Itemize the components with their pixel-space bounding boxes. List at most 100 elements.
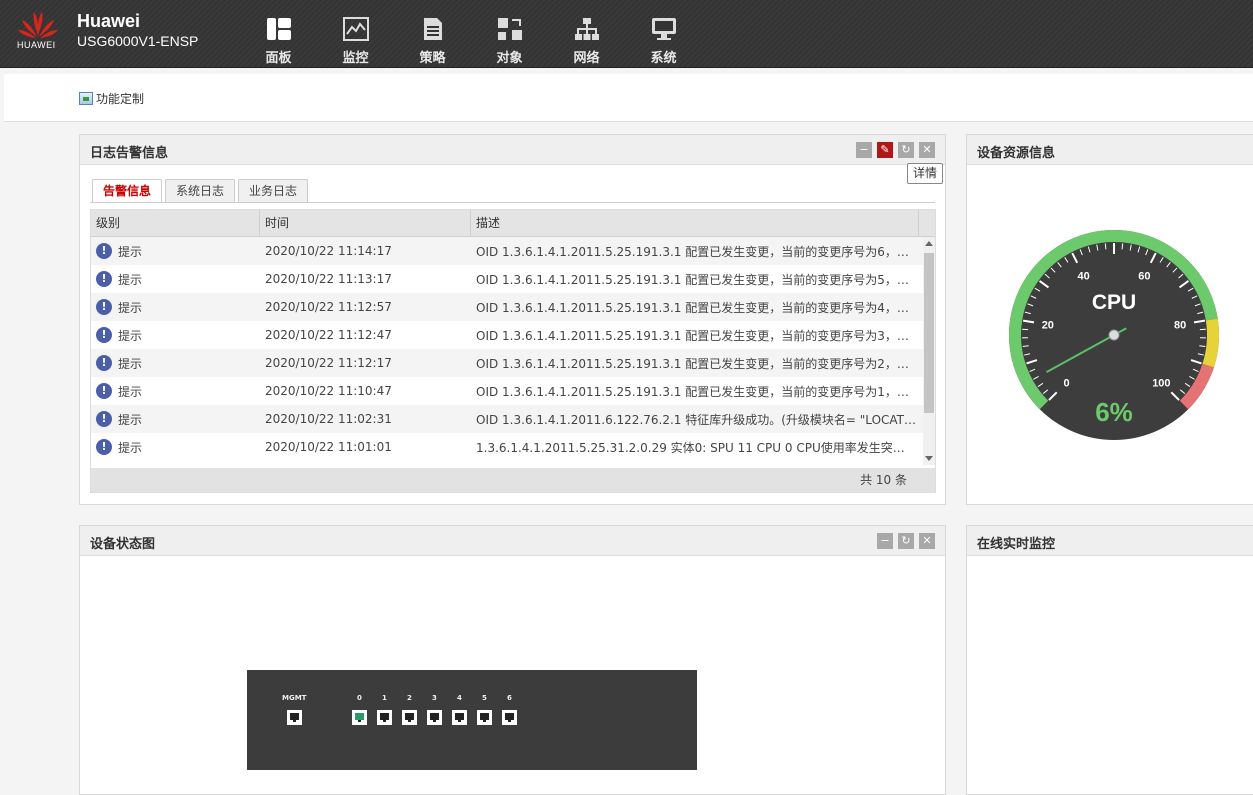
monitor-chart-icon	[342, 16, 370, 42]
level-cell: !提示	[91, 243, 260, 260]
tab-service-log[interactable]: 业务日志	[238, 179, 308, 202]
level-cell: !提示	[91, 411, 260, 428]
port-label: 4	[457, 694, 462, 702]
info-icon: !	[96, 383, 112, 399]
time-cell: 2020/10/22 11:13:17	[260, 272, 471, 286]
panel-header: 在线实时监控	[967, 526, 1253, 556]
table-row[interactable]: !提示2020/10/22 11:13:17OID 1.3.6.1.4.1.20…	[91, 265, 935, 293]
level-text: 提示	[118, 411, 142, 428]
gauge-tick	[1105, 243, 1106, 249]
gauge-tick	[1122, 243, 1123, 249]
info-icon: !	[96, 271, 112, 287]
brand: Huawei USG6000V1-ENSP	[77, 10, 198, 50]
details-tooltip: 详情	[907, 163, 943, 184]
nav-item-object[interactable]: 对象	[471, 0, 548, 68]
tab-alarm[interactable]: 告警信息	[92, 179, 162, 203]
table-row[interactable]: !提示2020/10/22 11:12:47OID 1.3.6.1.4.1.20…	[91, 321, 935, 349]
object-icon	[496, 16, 524, 42]
ethernet-port-icon[interactable]	[452, 710, 467, 725]
gauge-hub	[1109, 330, 1119, 340]
customize-button[interactable]: 功能定制	[79, 90, 144, 107]
network-tree-icon	[573, 16, 601, 42]
nav-item-dashboard[interactable]: 面板	[240, 0, 317, 68]
table-scrollbar[interactable]	[923, 237, 935, 465]
time-cell: 2020/10/22 11:10:47	[260, 384, 471, 398]
refresh-button[interactable]: ↻	[898, 142, 914, 158]
gauge-tick-label: 40	[1077, 270, 1089, 282]
main-nav: 面板 监控 策略 对象 网络 系统	[240, 0, 702, 68]
ethernet-port-icon[interactable]	[352, 710, 367, 725]
ethernet-port-icon[interactable]	[402, 710, 417, 725]
description-cell: 1.3.6.1.4.1.2011.5.25.31.2.0.29 实体0: SPU…	[471, 439, 916, 456]
nav-label: 监控	[342, 47, 368, 66]
info-icon: !	[96, 355, 112, 371]
port-label: MGMT	[282, 694, 306, 702]
level-text: 提示	[118, 299, 142, 316]
level-cell: !提示	[91, 355, 260, 372]
device-status-panel: 设备状态图 − ↻ ✕ MGMT0123456	[79, 525, 946, 795]
table-row[interactable]: !提示2020/10/22 11:02:31OID 1.3.6.1.4.1.20…	[91, 405, 935, 433]
scroll-thumb[interactable]	[924, 253, 934, 413]
realtime-monitor-panel: 在线实时监控	[966, 525, 1253, 795]
gauge-label: CPU	[1092, 291, 1136, 314]
cpu-gauge: 020406080100CPU6%	[994, 225, 1234, 465]
ethernet-port-icon[interactable]	[477, 710, 492, 725]
panel-title: 设备资源信息	[977, 142, 1055, 161]
table-footer: 共 10 条	[91, 468, 935, 492]
device-front-panel: MGMT0123456	[247, 670, 697, 770]
info-icon: !	[96, 439, 112, 455]
scroll-up-icon[interactable]	[925, 241, 933, 246]
refresh-button[interactable]: ↻	[898, 533, 914, 549]
edit-details-button[interactable]: ✎	[877, 142, 893, 158]
ethernet-port-icon[interactable]	[377, 710, 392, 725]
nav-item-policy[interactable]: 策略	[394, 0, 471, 68]
table-row[interactable]: !提示2020/10/22 11:01:011.3.6.1.4.1.2011.5…	[91, 433, 935, 461]
system-computer-icon	[650, 16, 678, 42]
tab-system-log[interactable]: 系统日志	[165, 179, 235, 202]
close-button[interactable]: ✕	[919, 533, 935, 549]
column-header-description[interactable]: 描述	[471, 210, 919, 236]
ethernet-port-icon[interactable]	[427, 710, 442, 725]
table-row[interactable]: !提示2020/10/22 11:12:17OID 1.3.6.1.4.1.20…	[91, 349, 935, 377]
ethernet-port-icon[interactable]	[502, 710, 517, 725]
description-cell: OID 1.3.6.1.4.1.2011.5.25.191.3.1 配置已发生变…	[471, 271, 916, 288]
minimize-button[interactable]: −	[877, 533, 893, 549]
info-icon: !	[96, 243, 112, 259]
minimize-button[interactable]: −	[856, 142, 872, 158]
nav-item-monitor[interactable]: 监控	[317, 0, 394, 68]
column-header-time[interactable]: 时间	[260, 210, 471, 236]
table-row[interactable]: !提示2020/10/22 11:12:57OID 1.3.6.1.4.1.20…	[91, 293, 935, 321]
table-header: 级别 时间 描述	[91, 210, 935, 237]
port-label: 3	[432, 694, 437, 702]
nav-item-network[interactable]: 网络	[548, 0, 625, 68]
port-label: 1	[382, 694, 387, 702]
panel-tools: − ↻ ✕	[877, 533, 935, 549]
column-header-level[interactable]: 级别	[91, 210, 260, 236]
nav-item-system[interactable]: 系统	[625, 0, 702, 68]
panel-header: 设备资源信息	[967, 135, 1253, 165]
scroll-down-icon[interactable]	[925, 456, 933, 461]
ethernet-port-icon[interactable]	[287, 710, 302, 725]
level-cell: !提示	[91, 383, 260, 400]
time-cell: 2020/10/22 11:14:17	[260, 244, 471, 258]
description-cell: OID 1.3.6.1.4.1.2011.5.25.191.3.1 配置已发生变…	[471, 327, 916, 344]
time-cell: 2020/10/22 11:02:31	[260, 412, 471, 426]
table-row[interactable]: !提示2020/10/22 11:14:17OID 1.3.6.1.4.1.20…	[91, 237, 935, 265]
info-icon: !	[96, 299, 112, 315]
close-button[interactable]: ✕	[919, 142, 935, 158]
description-cell: OID 1.3.6.1.4.1.2011.5.25.191.3.1 配置已发生变…	[471, 243, 916, 260]
gauge-tick-label: 100	[1152, 377, 1170, 389]
logo-wordmark: HUAWEI	[17, 40, 56, 50]
tab-divider	[90, 202, 935, 203]
gauge-tick-label: 60	[1138, 270, 1150, 282]
dashboard-icon	[265, 16, 293, 42]
nav-label: 面板	[265, 47, 291, 66]
description-cell: OID 1.3.6.1.4.1.2011.5.25.191.3.1 配置已发生变…	[471, 299, 916, 316]
table-row[interactable]: !提示2020/10/22 11:10:47OID 1.3.6.1.4.1.20…	[91, 377, 935, 405]
log-tabs: 告警信息 系统日志 业务日志	[92, 179, 308, 203]
port-label: 0	[357, 694, 362, 702]
panel-header: 日志告警信息 − ✎ ↻ ✕	[80, 135, 945, 165]
level-text: 提示	[118, 327, 142, 344]
alarm-table: 级别 时间 描述 !提示2020/10/22 11:14:17OID 1.3.6…	[90, 209, 936, 493]
level-text: 提示	[118, 439, 142, 456]
